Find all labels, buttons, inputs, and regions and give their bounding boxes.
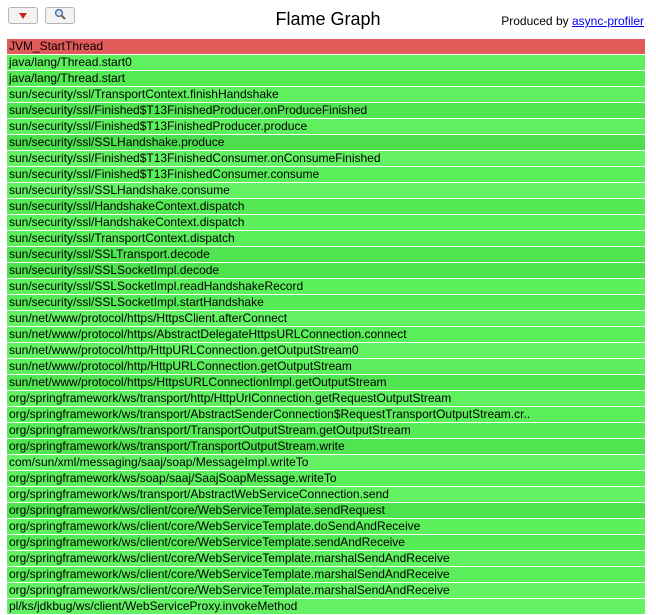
flame-frame[interactable]: org/springframework/ws/transport/Abstrac… [7, 407, 645, 422]
flame-frame[interactable]: sun/security/ssl/SSLHandshake.consume [7, 183, 645, 198]
flame-frame[interactable]: org/springframework/ws/client/core/WebSe… [7, 583, 645, 598]
flame-frame[interactable]: sun/security/ssl/TransportContext.finish… [7, 87, 645, 102]
flame-frame[interactable]: org/springframework/ws/client/core/WebSe… [7, 535, 645, 550]
flame-frame[interactable]: sun/security/ssl/Finished$T13FinishedPro… [7, 103, 645, 118]
flame-frame[interactable]: org/springframework/ws/soap/saaj/SaajSoa… [7, 471, 645, 486]
flame-frame[interactable]: org/springframework/ws/client/core/WebSe… [7, 519, 645, 534]
flame-frame[interactable]: sun/security/ssl/Finished$T13FinishedCon… [7, 167, 645, 182]
flame-frame[interactable]: sun/security/ssl/SSLTransport.decode [7, 247, 645, 262]
flame-frame[interactable]: java/lang/Thread.start0 [7, 55, 645, 70]
flame-frame[interactable]: sun/net/www/protocol/https/AbstractDeleg… [7, 327, 645, 342]
flame-frame[interactable]: sun/security/ssl/SSLSocketImpl.decode [7, 263, 645, 278]
flame-frame[interactable]: org/springframework/ws/transport/http/Ht… [7, 391, 645, 406]
flame-frame[interactable]: org/springframework/ws/client/core/WebSe… [7, 567, 645, 582]
flame-frame[interactable]: sun/security/ssl/HandshakeContext.dispat… [7, 215, 645, 230]
flame-frame[interactable]: sun/security/ssl/HandshakeContext.dispat… [7, 199, 645, 214]
async-profiler-link[interactable]: async-profiler [572, 14, 644, 28]
flame-frame[interactable]: sun/security/ssl/TransportContext.dispat… [7, 231, 645, 246]
flame-frame[interactable]: sun/net/www/protocol/http/HttpURLConnect… [7, 359, 645, 374]
flame-frame[interactable]: sun/security/ssl/SSLSocketImpl.readHands… [7, 279, 645, 294]
flame-frame[interactable]: sun/security/ssl/SSLSocketImpl.startHand… [7, 295, 645, 310]
flame-frame[interactable]: sun/security/ssl/Finished$T13FinishedCon… [7, 151, 645, 166]
produced-by-label: Produced by [501, 14, 569, 28]
flame-frame[interactable]: sun/security/ssl/Finished$T13FinishedPro… [7, 119, 645, 134]
flame-frame[interactable]: org/springframework/ws/transport/Transpo… [7, 439, 645, 454]
flame-frame[interactable]: org/springframework/ws/client/core/WebSe… [7, 503, 645, 518]
flame-frame[interactable]: JVM_StartThread [7, 39, 645, 54]
flame-frame[interactable]: sun/security/ssl/SSLHandshake.produce [7, 135, 645, 150]
flame-frame[interactable]: pl/ks/jdkbug/ws/client/WebServiceProxy.i… [7, 599, 645, 614]
producer-credit: Produced by async-profiler [501, 14, 644, 28]
flame-frame[interactable]: sun/net/www/protocol/https/HttpsClient.a… [7, 311, 645, 326]
flame-frame[interactable]: org/springframework/ws/client/core/WebSe… [7, 551, 645, 566]
flame-frame[interactable]: sun/net/www/protocol/http/HttpURLConnect… [7, 343, 645, 358]
flame-frame[interactable]: org/springframework/ws/transport/Transpo… [7, 423, 645, 438]
flame-frame[interactable]: com/sun/xml/messaging/saaj/soap/MessageI… [7, 455, 645, 470]
flame-graph: JVM_StartThread java/lang/Thread.start0 ja… [7, 39, 645, 615]
flame-frame[interactable]: java/lang/Thread.start [7, 71, 645, 86]
flame-frame[interactable]: sun/net/www/protocol/https/HttpsURLConne… [7, 375, 645, 390]
flame-frame[interactable]: org/springframework/ws/transport/Abstrac… [7, 487, 645, 502]
